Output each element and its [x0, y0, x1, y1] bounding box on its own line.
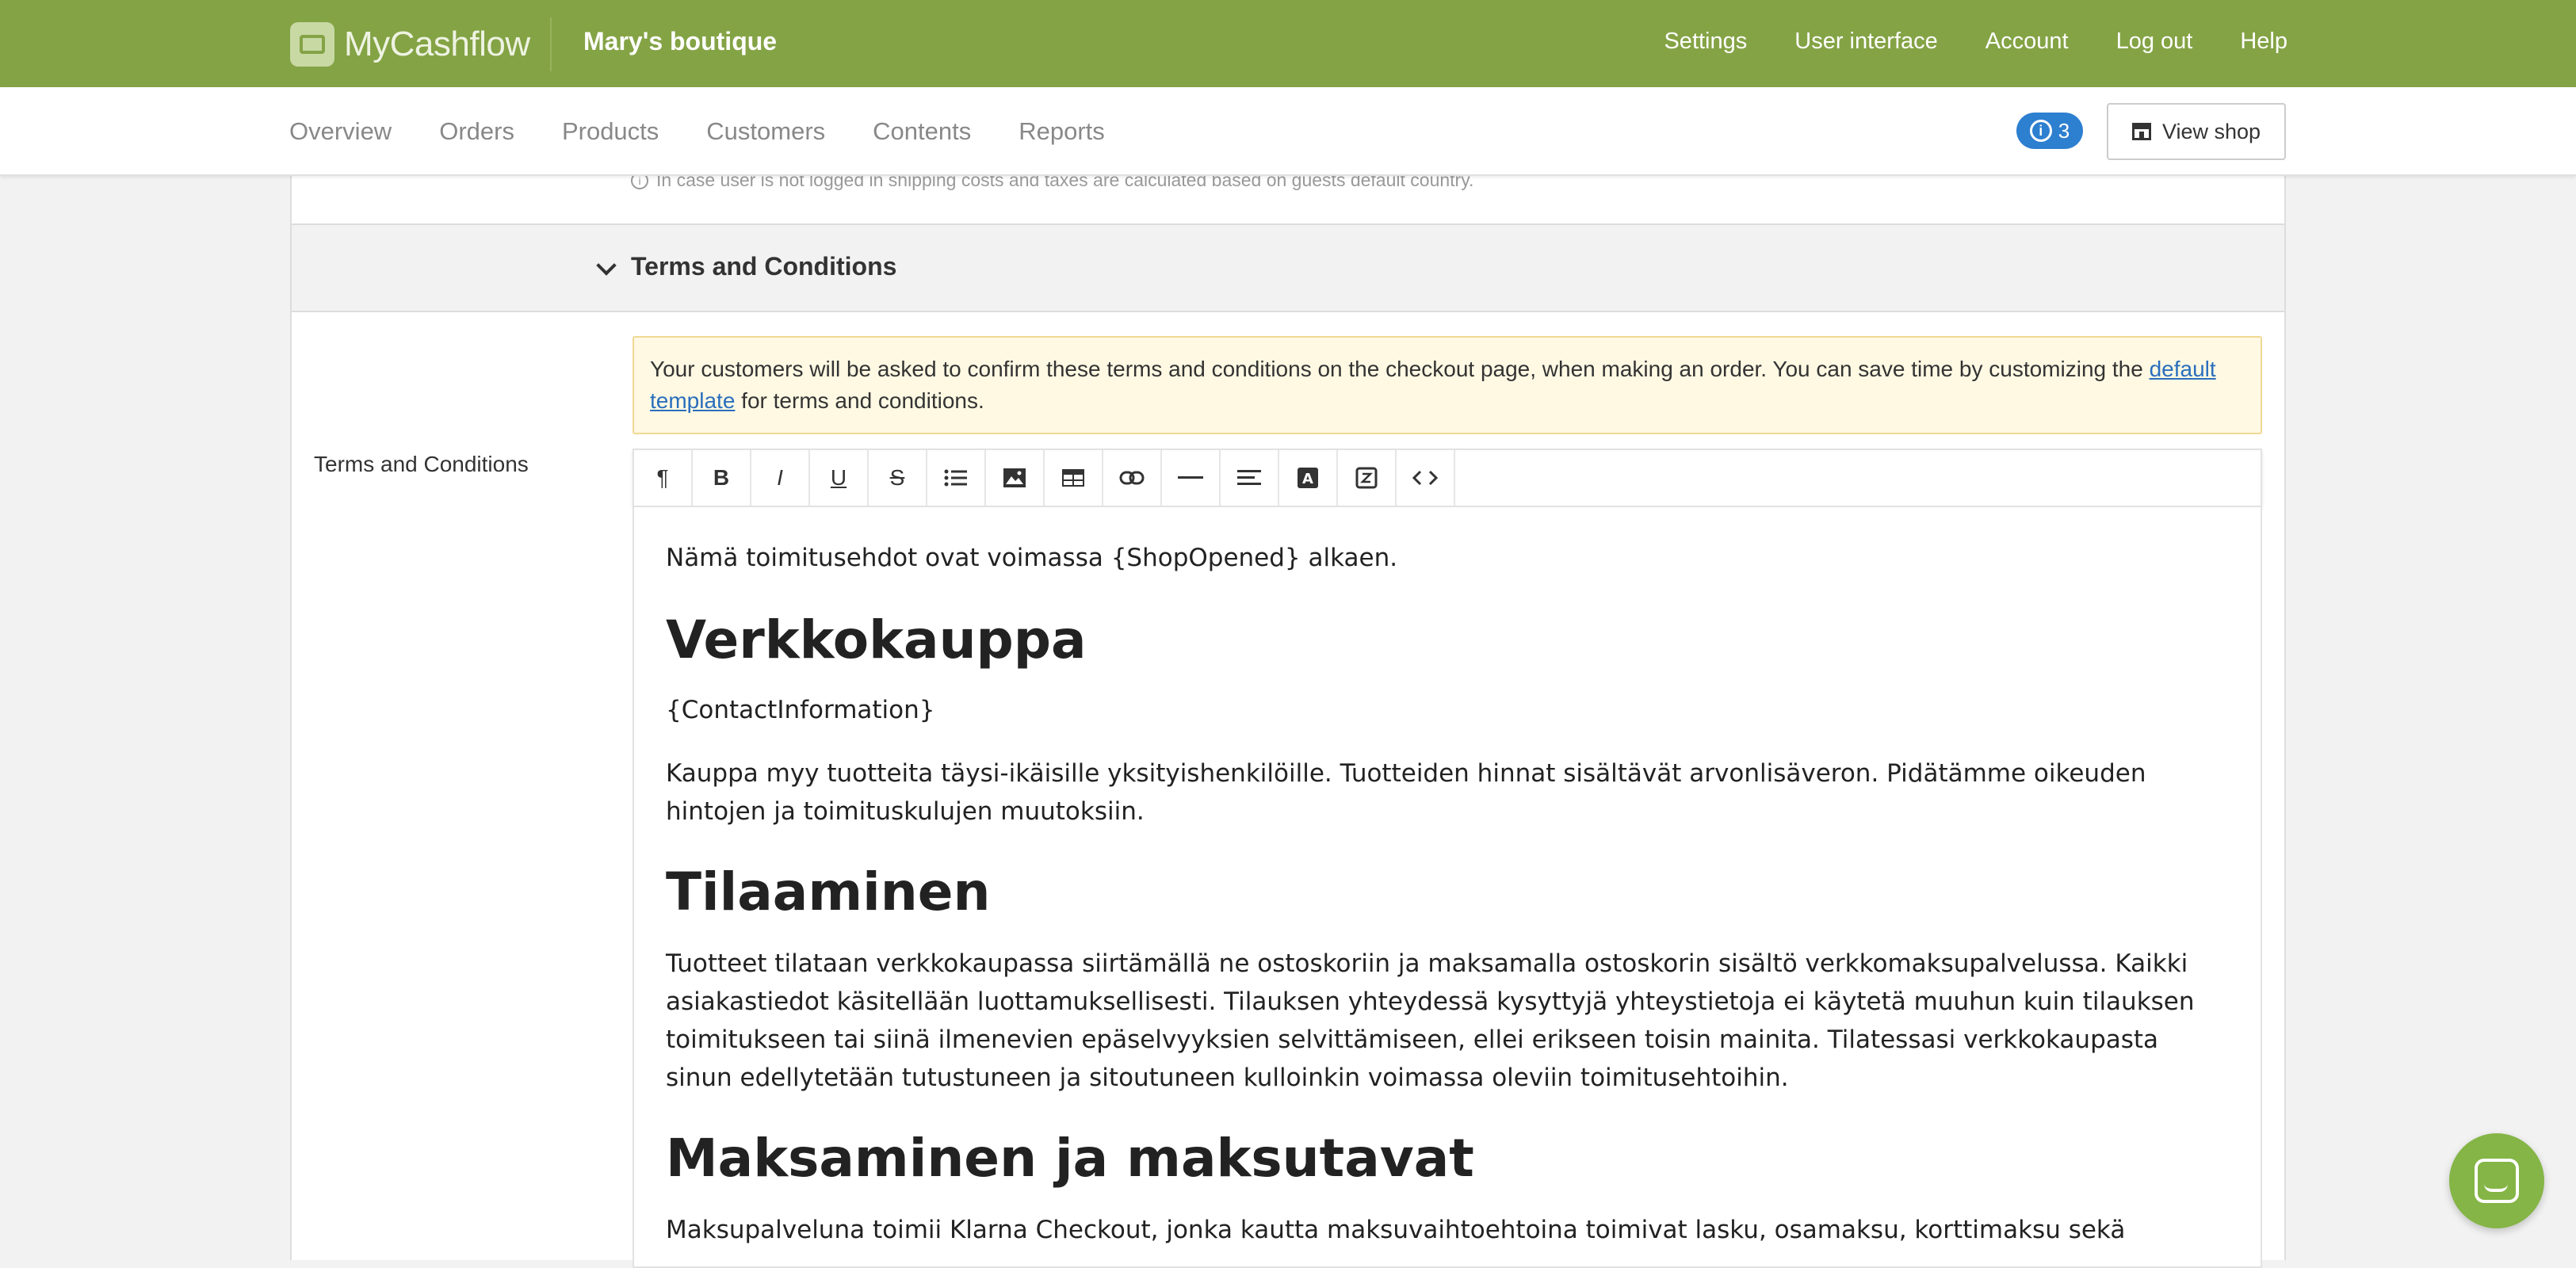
- section-title[interactable]: Terms and Conditions: [631, 252, 896, 281]
- editor-heading: Tilaaminen: [666, 861, 991, 922]
- shop-name[interactable]: Mary's boutique: [583, 27, 777, 56]
- chat-launcher-button[interactable]: [2449, 1133, 2544, 1228]
- tab-reports[interactable]: Reports: [1019, 117, 1105, 146]
- tab-orders[interactable]: Orders: [439, 117, 514, 146]
- shop-icon: [2131, 123, 2151, 140]
- nav-settings[interactable]: Settings: [1664, 29, 1747, 55]
- link-icon[interactable]: [1103, 450, 1162, 506]
- underline-icon[interactable]: U: [810, 450, 869, 506]
- list-icon[interactable]: [927, 450, 986, 506]
- logo[interactable]: MyCashflow: [290, 22, 530, 67]
- tab-customers[interactable]: Customers: [706, 117, 825, 146]
- bold-icon[interactable]: B: [693, 450, 751, 506]
- main-navigation: Overview Orders Products Customers Conte…: [289, 117, 1105, 146]
- tab-overview[interactable]: Overview: [289, 117, 392, 146]
- editor-paragraph: {ContactInformation}: [666, 696, 935, 724]
- editor-paragraph: Tuotteet tilataan verkkokaupassa siirtäm…: [666, 949, 2195, 1092]
- editor-paragraph: Nämä toimitusehdot ovat voimassa {ShopOp…: [666, 544, 1398, 572]
- tab-products[interactable]: Products: [562, 117, 659, 146]
- paragraph-icon[interactable]: ¶: [634, 450, 693, 506]
- tab-contents[interactable]: Contents: [873, 117, 971, 146]
- top-navigation: Settings User interface Account Log out …: [1664, 29, 2287, 55]
- logo-mark-icon: [290, 22, 334, 67]
- editor-paragraph: Kauppa myy tuotteita täysi-ikäisille yks…: [666, 759, 2146, 826]
- top-bar: MyCashflow Mary's boutique Settings User…: [0, 0, 2576, 87]
- notice-text-end: for terms and conditions.: [735, 388, 984, 413]
- nav-help[interactable]: Help: [2240, 29, 2287, 55]
- notice-text: Your customers will be asked to confirm …: [650, 357, 2150, 381]
- editor-paragraph: Maksupalveluna toimii Klarna Checkout, j…: [666, 1216, 2126, 1244]
- terms-notice: Your customers will be asked to confirm …: [633, 336, 2262, 434]
- nav-account[interactable]: Account: [1986, 29, 2069, 55]
- view-shop-button[interactable]: View shop: [2107, 103, 2286, 160]
- notification-badge[interactable]: i 3: [2016, 113, 2083, 149]
- snippet-icon[interactable]: [1338, 450, 1397, 506]
- image-icon[interactable]: [986, 450, 1045, 506]
- terms-section-header[interactable]: [290, 223, 2286, 312]
- logo-text: MyCashflow: [344, 25, 530, 63]
- nav-log-out[interactable]: Log out: [2116, 29, 2193, 55]
- nav-user-interface[interactable]: User interface: [1794, 29, 1938, 55]
- editor-toolbar: ¶ B I U S A: [633, 449, 2262, 507]
- terms-field-label: Terms and Conditions: [314, 452, 529, 476]
- table-icon[interactable]: [1045, 450, 1103, 506]
- divider: [550, 17, 552, 71]
- align-icon[interactable]: [1221, 450, 1279, 506]
- notification-count: 3: [2058, 118, 2070, 143]
- info-icon: i: [2029, 120, 2052, 142]
- horizontal-rule-icon[interactable]: [1162, 450, 1221, 506]
- strikethrough-icon[interactable]: S: [869, 450, 927, 506]
- italic-icon[interactable]: I: [751, 450, 810, 506]
- svg-text:A: A: [1302, 471, 1313, 487]
- text-color-icon[interactable]: A: [1279, 450, 1338, 506]
- editor-heading: Maksaminen ja maksutavat: [666, 1128, 1474, 1189]
- terms-editor[interactable]: Nämä toimitusehdot ovat voimassa {ShopOp…: [633, 507, 2262, 1268]
- view-shop-label: View shop: [2161, 119, 2261, 143]
- chat-icon: [2475, 1159, 2519, 1203]
- editor-heading: Verkkokauppa: [666, 609, 1087, 670]
- code-icon[interactable]: [1397, 450, 1455, 506]
